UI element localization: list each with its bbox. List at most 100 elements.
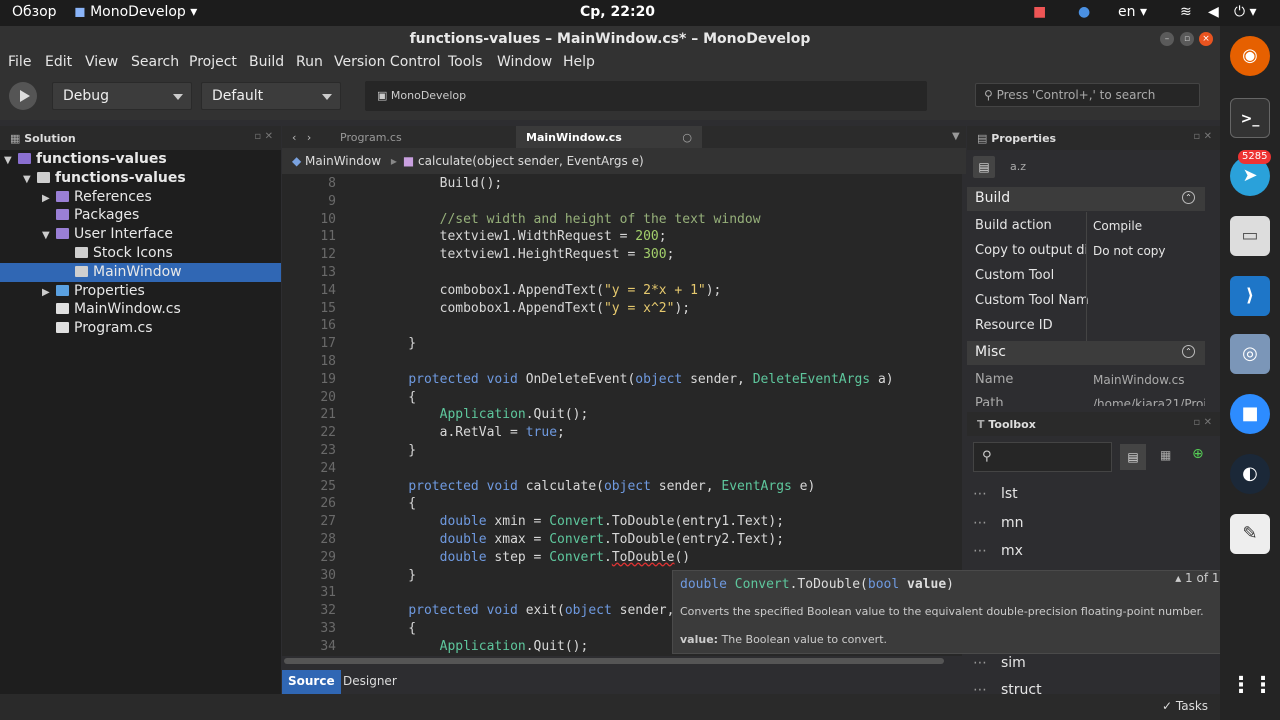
menu-file[interactable]: File	[8, 54, 31, 70]
tree-item[interactable]: ▼ User Interface	[0, 225, 281, 244]
code-line[interactable]: double xmax = Convert.ToDouble(entry2.Te…	[377, 532, 784, 547]
files-icon[interactable]: ▭	[1230, 216, 1270, 256]
maximize-button[interactable]: ▫	[1180, 32, 1194, 46]
toolbox-search-input[interactable]: ⚲	[973, 442, 1112, 472]
tree-item[interactable]: Program.cs	[0, 319, 281, 338]
terminal-icon[interactable]: >_	[1230, 98, 1270, 138]
wifi-icon[interactable]: ≋	[1180, 4, 1192, 20]
target-select[interactable]: Default	[201, 82, 341, 110]
pad-controls[interactable]: ▫ ✕	[254, 131, 273, 142]
code-line[interactable]: {	[377, 621, 416, 636]
configuration-select[interactable]: Debug	[52, 82, 192, 110]
categorize-button[interactable]: ▤	[973, 156, 995, 178]
toolbox-item[interactable]: ⋯ struct	[967, 682, 1042, 694]
collapse-icon[interactable]: ⌃	[1182, 345, 1195, 358]
expander-icon[interactable]: ▶	[42, 189, 56, 208]
tasks-button[interactable]: ✓ Tasks	[1162, 699, 1208, 713]
overview-button[interactable]: Обзор	[12, 4, 57, 20]
tree-item[interactable]: ▶ Properties	[0, 282, 281, 301]
search-input[interactable]: ⚲ Press 'Control+,' to search	[975, 83, 1200, 107]
tabs-dropdown-icon[interactable]: ▼	[942, 126, 970, 148]
tab-program-cs[interactable]: Program.cs	[330, 126, 500, 148]
menu-version-control[interactable]: Version Control	[334, 54, 441, 70]
zoom-icon[interactable]: ■	[1230, 394, 1270, 434]
menu-view[interactable]: View	[85, 54, 118, 70]
breadcrumb-method[interactable]: calculate(object sender, EventArgs e)	[418, 154, 644, 168]
sort-alpha-button[interactable]: a.z	[1010, 160, 1026, 173]
category-build[interactable]: Build ⌃	[967, 187, 1205, 211]
code-line[interactable]: }	[377, 443, 416, 458]
menu-search[interactable]: Search	[131, 54, 179, 70]
close-tab-icon[interactable]: ○	[682, 131, 692, 144]
tab-nav-arrows[interactable]: ‹ ›	[282, 126, 321, 148]
prop-copy-output-value[interactable]: Do not copy	[1093, 244, 1166, 258]
minimize-button[interactable]: –	[1160, 32, 1174, 46]
code-line[interactable]: Build();	[377, 176, 503, 191]
menu-run[interactable]: Run	[296, 54, 323, 70]
toolbox-item[interactable]: ⋯ mx	[967, 543, 1023, 559]
clock[interactable]: Ср, 22:20	[580, 4, 655, 20]
code-line[interactable]: protected void calculate(object sender, …	[377, 479, 815, 494]
language-indicator[interactable]: en ▾	[1118, 4, 1147, 20]
code-line[interactable]: combobox1.AppendText("y = x^2");	[377, 301, 690, 316]
menu-window[interactable]: Window	[497, 54, 552, 70]
code-line[interactable]: protected void exit(object sender,	[377, 603, 674, 618]
toolbox-item[interactable]: ⋯ sim	[967, 655, 1026, 671]
prop-name-value[interactable]: MainWindow.cs	[1093, 373, 1185, 387]
prop-build-action-value[interactable]: Compile	[1093, 219, 1142, 233]
menu-help[interactable]: Help	[563, 54, 595, 70]
code-line[interactable]: a.RetVal = true;	[377, 425, 565, 440]
tab-designer[interactable]: Designer	[337, 670, 403, 694]
show-apps-icon[interactable]: ⋮⋮⋮	[1230, 666, 1280, 706]
tree-item[interactable]: ▼ functions-values	[0, 150, 281, 169]
code-line[interactable]: textview1.WidthRequest = 200;	[377, 229, 667, 244]
tree-item[interactable]: ▶ References	[0, 188, 281, 207]
code-line[interactable]: combobox1.AppendText("y = 2*x + 1");	[377, 283, 722, 298]
volume-icon[interactable]: ◀	[1208, 4, 1219, 20]
menu-edit[interactable]: Edit	[45, 54, 72, 70]
code-line[interactable]: double xmin = Convert.ToDouble(entry1.Te…	[377, 514, 784, 529]
category-misc[interactable]: Misc ⌃	[967, 341, 1205, 365]
record-icon[interactable]: ■	[1033, 4, 1046, 20]
code-line[interactable]: double step = Convert.ToDouble()	[377, 550, 691, 565]
horizontal-scrollbar[interactable]	[284, 658, 944, 664]
menu-tools[interactable]: Tools	[448, 54, 483, 70]
code-line[interactable]: }	[377, 568, 416, 583]
power-icon[interactable]: ⏻ ▾	[1234, 4, 1257, 20]
tree-item[interactable]: MainWindow	[0, 262, 281, 282]
toolbox-item[interactable]: ⋯ mn	[967, 515, 1024, 531]
expander-icon[interactable]: ▼	[42, 226, 56, 245]
toolbox-item[interactable]: ⋯ lst	[967, 486, 1018, 502]
vscode-icon[interactable]: ⟩	[1230, 276, 1270, 316]
add-item-icon[interactable]: ⊕	[1192, 446, 1204, 462]
pad-controls[interactable]: ▫ ✕	[1193, 417, 1212, 428]
steam-icon[interactable]: ◐	[1230, 454, 1270, 494]
pad-controls[interactable]: ▫ ✕	[1193, 131, 1212, 142]
tree-item[interactable]: MainWindow.cs	[0, 300, 281, 319]
close-button[interactable]: ×	[1199, 32, 1213, 46]
text-editor-icon[interactable]: ✎	[1230, 514, 1270, 554]
firefox-icon[interactable]: ◉	[1230, 36, 1270, 76]
code-line[interactable]: protected void OnDeleteEvent(object send…	[377, 372, 893, 387]
tab-source[interactable]: Source	[282, 670, 341, 694]
code-line[interactable]: Application.Quit();	[377, 639, 589, 654]
prop-path-value[interactable]: /home/kiara21/Proj	[1093, 397, 1205, 406]
tree-item[interactable]: Stock Icons	[0, 244, 281, 263]
monodevelop-icon[interactable]: ◎	[1230, 334, 1270, 374]
code-line[interactable]: {	[377, 496, 416, 511]
tree-item[interactable]: Packages	[0, 206, 281, 225]
menu-build[interactable]: Build	[249, 54, 284, 70]
menu-project[interactable]: Project	[189, 54, 237, 70]
code-line[interactable]: textview1.HeightRequest = 300;	[377, 247, 675, 262]
tab-mainwindow-cs[interactable]: MainWindow.cs ○	[516, 126, 702, 148]
tree-item[interactable]: ▼ functions-values	[0, 169, 281, 188]
chrome-icon[interactable]: ●	[1078, 4, 1090, 20]
code-line[interactable]: {	[377, 390, 416, 405]
collapse-icon[interactable]: ⌃	[1182, 191, 1195, 204]
expander-icon[interactable]: ▼	[23, 170, 37, 189]
expander-icon[interactable]: ▶	[42, 283, 56, 302]
code-line[interactable]: Application.Quit();	[377, 407, 589, 422]
list-view-button[interactable]: ▤	[1120, 444, 1146, 470]
code-line[interactable]: //set width and height of the text windo…	[377, 212, 761, 227]
compact-view-button[interactable]: ▦	[1160, 448, 1171, 462]
